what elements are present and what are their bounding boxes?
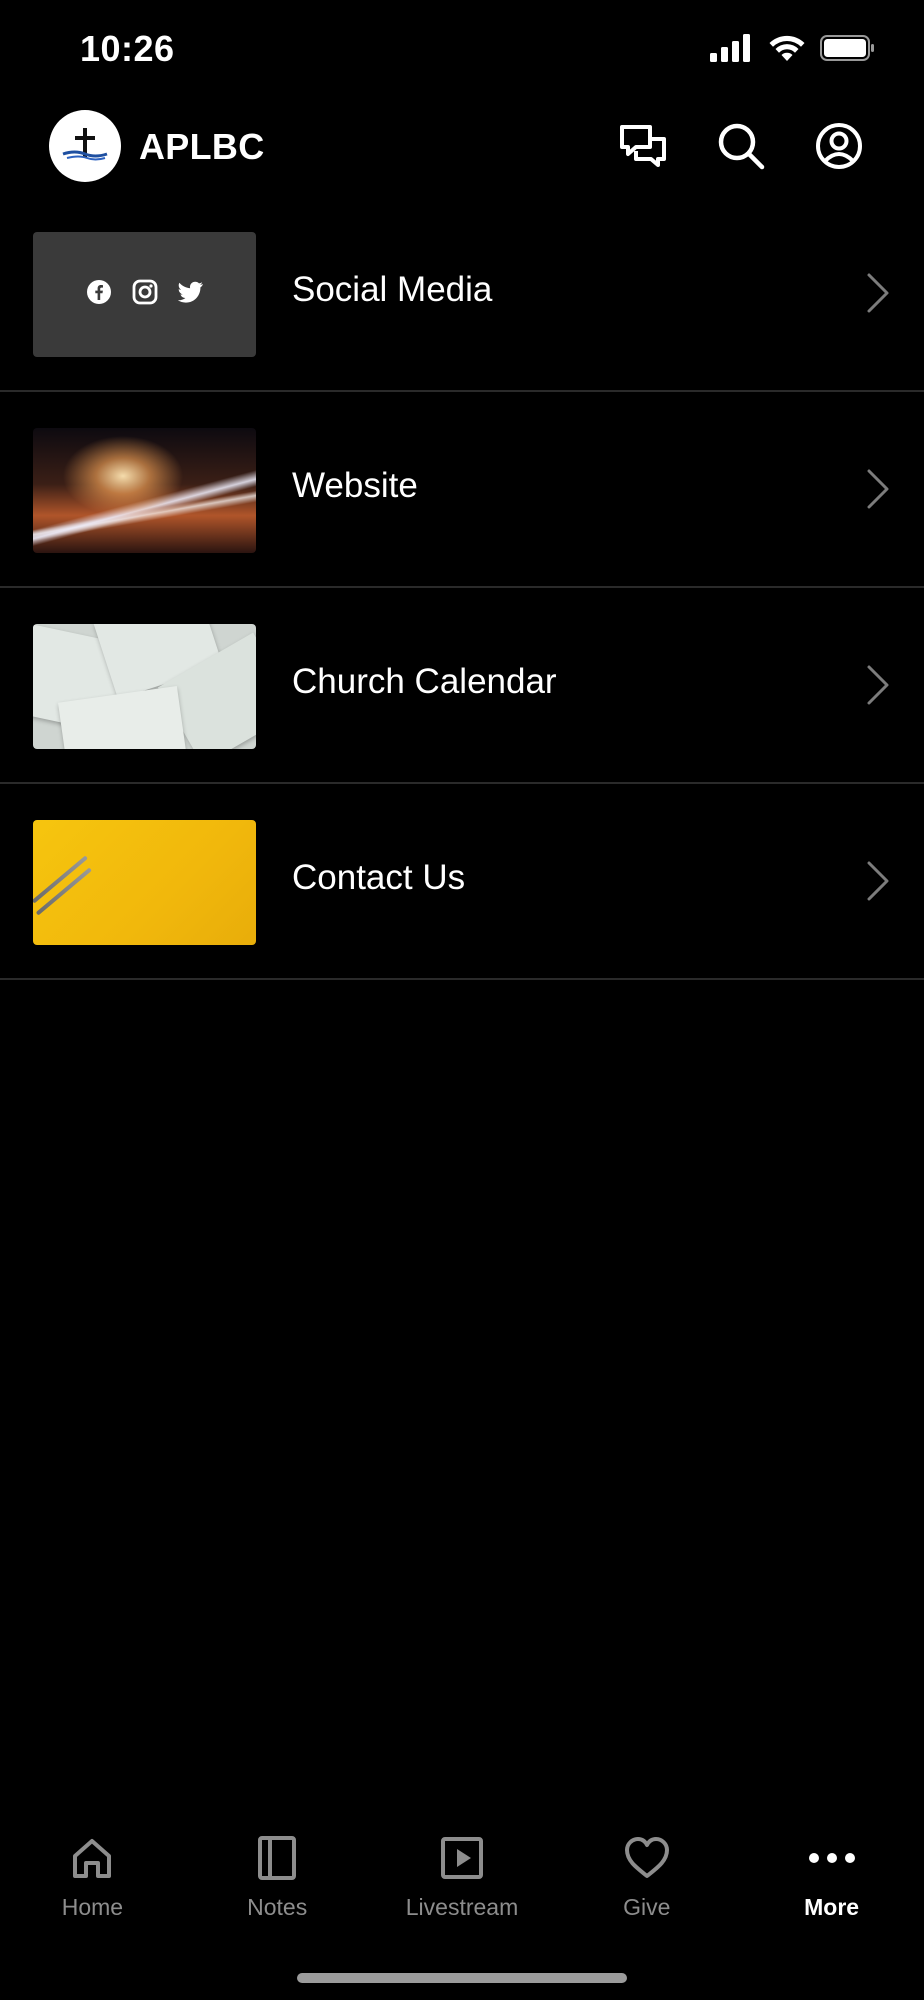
tab-notes[interactable]: Notes xyxy=(185,1820,370,1940)
list-item-label: Website xyxy=(292,466,418,505)
instagram-icon xyxy=(132,279,158,310)
tab-label: More xyxy=(804,1894,860,1920)
play-icon xyxy=(438,1834,486,1882)
list-item-website[interactable]: Website xyxy=(0,392,924,588)
list-item-social-media[interactable]: Social Media xyxy=(0,196,924,392)
messages-icon xyxy=(618,123,668,174)
tab-label: Give xyxy=(623,1894,671,1920)
chevron-right-icon xyxy=(866,860,890,902)
tab-label: Notes xyxy=(247,1894,308,1920)
messages-button[interactable] xyxy=(615,120,671,176)
church-calendar-thumbnail xyxy=(33,624,256,749)
list-item-label: Church Calendar xyxy=(292,662,557,701)
list-item-church-calendar[interactable]: Church Calendar xyxy=(0,588,924,784)
chevron-right-icon xyxy=(866,468,890,510)
more-list: Social Media Website Church Calendar Con… xyxy=(0,196,924,980)
chevron-right-icon xyxy=(866,664,890,706)
status-icons xyxy=(710,34,876,67)
tab-more[interactable]: More xyxy=(739,1820,924,1940)
heart-icon xyxy=(623,1834,671,1882)
more-icon xyxy=(808,1834,856,1882)
bottom-tab-bar: Home Notes Livestream Give More xyxy=(0,1820,924,1940)
battery-icon xyxy=(820,34,876,67)
tab-livestream[interactable]: Livestream xyxy=(370,1820,555,1940)
facebook-icon xyxy=(86,279,112,310)
tab-home[interactable]: Home xyxy=(0,1820,185,1940)
twitter-icon xyxy=(177,281,204,308)
app-title: APLBC xyxy=(139,126,265,167)
profile-icon xyxy=(814,121,864,176)
search-icon xyxy=(716,121,766,176)
app-header: APLBC xyxy=(0,108,924,188)
tab-label: Livestream xyxy=(405,1894,519,1920)
list-item-label: Contact Us xyxy=(292,858,466,897)
profile-button[interactable] xyxy=(811,120,867,176)
notes-icon xyxy=(253,1834,301,1882)
cross-logo-icon[interactable] xyxy=(49,110,121,182)
home-icon xyxy=(68,1834,116,1882)
home-indicator[interactable] xyxy=(297,1973,627,1983)
contact-us-thumbnail xyxy=(33,820,256,945)
list-item-label: Social Media xyxy=(292,270,493,309)
tab-give[interactable]: Give xyxy=(554,1820,739,1940)
status-time: 10:26 xyxy=(80,28,175,69)
wifi-icon xyxy=(768,34,806,67)
website-thumbnail xyxy=(33,428,256,553)
status-bar: 10:26 xyxy=(0,0,924,100)
list-item-contact-us[interactable]: Contact Us xyxy=(0,784,924,980)
tab-label: Home xyxy=(61,1894,124,1920)
cellular-signal-icon xyxy=(710,34,754,67)
social-media-thumbnail xyxy=(33,232,256,357)
chevron-right-icon xyxy=(866,272,890,314)
search-button[interactable] xyxy=(713,120,769,176)
